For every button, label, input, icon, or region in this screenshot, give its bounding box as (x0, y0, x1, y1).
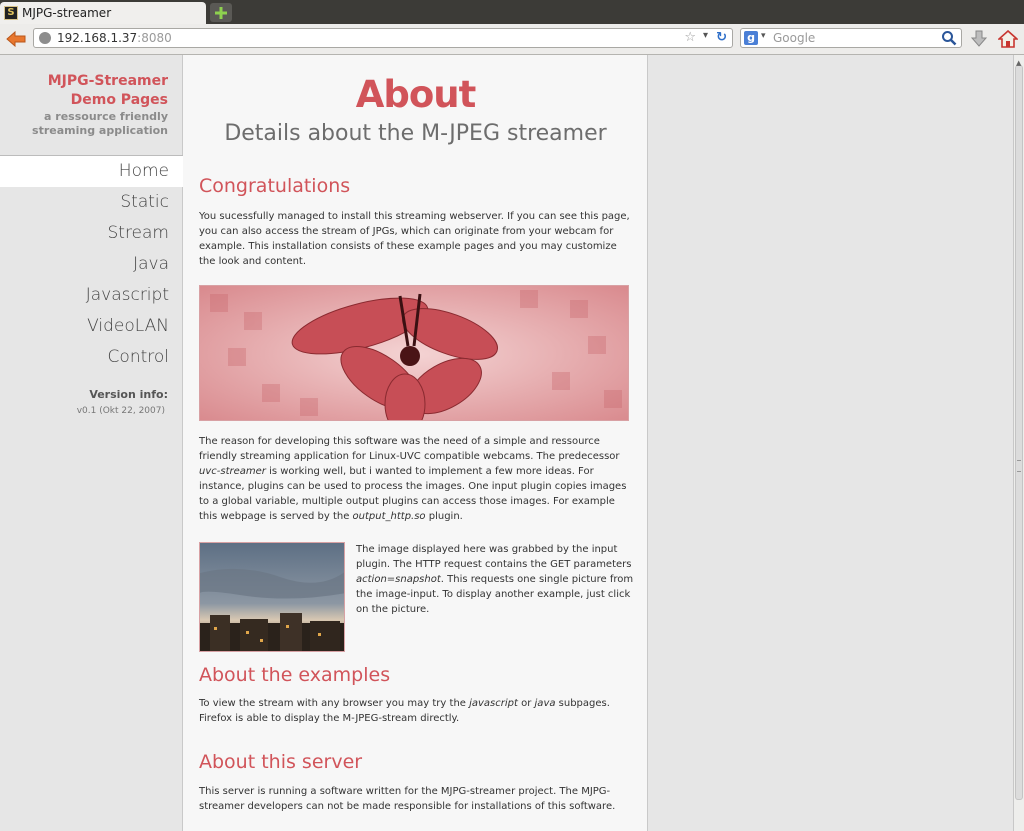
back-arrow-icon (6, 31, 26, 47)
section-heading-server: About this server (199, 751, 363, 773)
congratulations-text: You sucessfully managed to install this … (199, 211, 630, 267)
logo-subtitle-line2: streaming application (32, 124, 168, 137)
server-text: This server is running a software writte… (199, 786, 616, 812)
flower-illustration (200, 286, 628, 420)
examples-text-2: or (517, 698, 535, 709)
nav-item-control[interactable]: Control (0, 342, 183, 373)
examples-java: java (534, 698, 556, 709)
new-tab-button[interactable] (210, 3, 232, 22)
scrollbar-grip-icon (1017, 460, 1021, 472)
page-background (648, 55, 1013, 831)
nav-item-static[interactable]: Static (0, 187, 183, 218)
logo-title-line1: MJPG-Streamer (47, 73, 168, 89)
nav-item-videolan[interactable]: VideoLAN (0, 311, 183, 342)
url-port: :8080 (137, 31, 172, 45)
search-engine-icon[interactable]: g (744, 31, 758, 45)
examples-text: To view the stream with any browser you … (199, 696, 634, 726)
snapshot-caption-text-1: The image displayed here was grabbed by … (356, 544, 632, 570)
nav-item-javascript[interactable]: Javascript (0, 280, 183, 311)
main-content: About Details about the M-JPEG streamer … (183, 55, 648, 831)
tab-favicon-icon: S (4, 6, 18, 20)
browser-tab[interactable]: S MJPG-streamer (0, 2, 206, 24)
site-logo: MJPG-Streamer Demo Pages a ressource fri… (32, 72, 168, 138)
site-identity-icon[interactable] (39, 32, 51, 44)
section-heading-congratulations: Congratulations (199, 175, 351, 197)
plus-icon (215, 6, 227, 19)
sidebar-nav: Home Static Stream Java Javascript Video… (0, 155, 183, 373)
snapshot-photo (200, 543, 344, 651)
reload-icon[interactable]: ↻ (716, 30, 727, 45)
tab-title: MJPG-streamer (22, 6, 112, 20)
vertical-scrollbar[interactable]: ▲ (1013, 55, 1024, 831)
browser-toolbar: 192.168.1.37:8080 ☆ ▾ ↻ g ▾ Google (0, 24, 1024, 55)
version-label: Version info: (89, 388, 168, 401)
back-button[interactable] (4, 28, 28, 50)
logo-subtitle-line1: a ressource friendly (44, 110, 168, 123)
bookmark-star-icon[interactable]: ☆ (684, 30, 696, 45)
logo-title-line2: Demo Pages (70, 92, 168, 108)
search-bar[interactable]: g ▾ Google (740, 28, 962, 48)
page-viewport: MJPG-Streamer Demo Pages a ressource fri… (0, 55, 1013, 831)
description-uvc-streamer: uvc-streamer (199, 466, 266, 477)
snapshot-caption: The image displayed here was grabbed by … (356, 542, 634, 617)
history-dropdown-icon[interactable]: ▾ (703, 30, 708, 41)
downloads-button[interactable] (968, 28, 990, 50)
description-text-3: plugin. (425, 511, 463, 522)
home-button[interactable] (996, 28, 1020, 50)
snapshot-image[interactable] (199, 542, 345, 652)
snapshot-caption-action: action=snapshot (356, 574, 441, 585)
examples-text-1: To view the stream with any browser you … (199, 698, 470, 709)
url-text[interactable]: 192.168.1.37:8080 (57, 31, 172, 45)
url-host: 192.168.1.37 (57, 31, 138, 45)
description-text-1: The reason for developing this software … (199, 436, 620, 462)
scrollbar-thumb[interactable] (1015, 65, 1023, 800)
sidebar: MJPG-Streamer Demo Pages a ressource fri… (0, 55, 183, 831)
section-heading-examples: About the examples (199, 664, 391, 686)
nav-item-stream[interactable]: Stream (0, 218, 183, 249)
home-icon (998, 30, 1018, 48)
engine-dropdown-icon[interactable]: ▾ (761, 31, 766, 41)
description-output-http: output_http.so (352, 511, 426, 522)
nav-item-java[interactable]: Java (0, 249, 183, 280)
version-value: v0.1 (Okt 22, 2007) (76, 406, 165, 416)
nav-item-home[interactable]: Home (0, 156, 183, 187)
search-input[interactable]: Google (773, 31, 815, 45)
examples-javascript: javascript (469, 698, 518, 709)
scroll-up-arrow-icon[interactable]: ▲ (1016, 59, 1021, 67)
search-icon[interactable] (941, 30, 957, 46)
flower-banner-image (199, 285, 629, 421)
page-subtitle: Details about the M-JPEG streamer (224, 121, 607, 146)
address-bar[interactable]: 192.168.1.37:8080 ☆ ▾ ↻ (33, 28, 733, 48)
download-arrow-icon (971, 30, 987, 47)
page-title: About (355, 73, 477, 116)
description-paragraph: The reason for developing this software … (199, 434, 634, 524)
browser-tab-bar: S MJPG-streamer (0, 0, 1024, 24)
